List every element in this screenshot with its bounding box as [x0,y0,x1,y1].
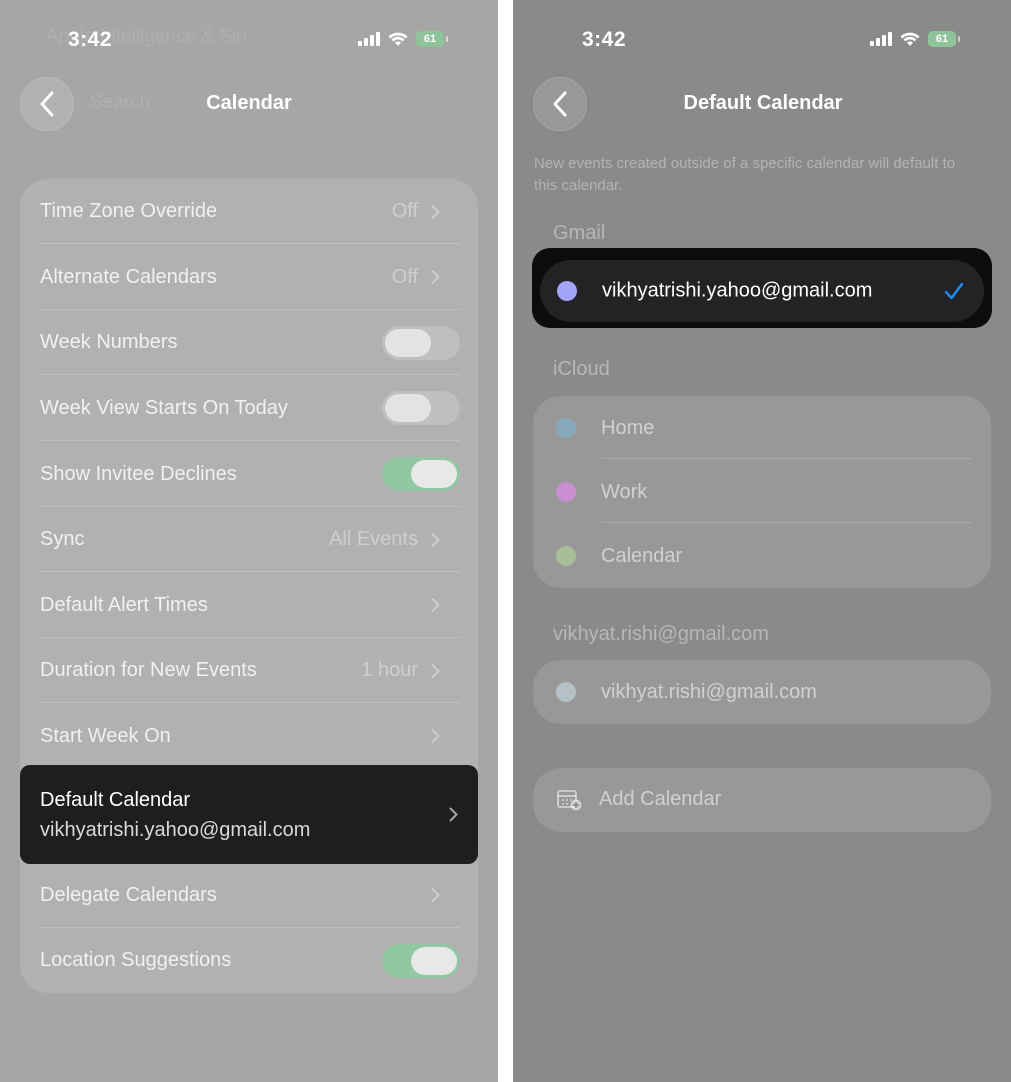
calendar-option-label: Calendar [601,544,683,567]
ghost-search-text: Search [90,92,151,113]
description-text: New events created outside of a specific… [534,155,956,194]
page-title: Calendar [206,92,292,114]
status-icons: 61 [870,30,960,48]
row-location-suggestions: Location Suggestions [40,928,460,993]
row-value: Off [391,200,418,222]
calendar-option-home[interactable]: Home [533,396,991,460]
row-duration-new-events[interactable]: Duration for New Events 1 hour [40,638,460,703]
row-label: Duration for New Events [40,659,257,681]
back-button[interactable] [533,77,587,131]
account-group: vikhyat.rishi@gmail.com [533,660,991,724]
week-view-today-toggle[interactable] [382,391,460,425]
chevron-right-icon [431,532,440,547]
status-time: 3:42 [68,28,113,51]
row-value: All Events [329,528,418,550]
calendar-color-dot [556,482,576,502]
calendar-color-dot [556,546,576,566]
section-header-account: vikhyat.rishi@gmail.com [553,623,769,645]
row-alternate-calendars[interactable]: Alternate Calendars Off [40,244,460,310]
calendar-option-work[interactable]: Work [533,460,991,524]
row-week-view-starts-today: Week View Starts On Today [40,375,460,441]
chevron-right-icon [431,888,440,902]
row-label: Week View Starts On Today [40,396,288,419]
calendar-color-dot [557,281,577,301]
default-calendar-label: Default Calendar [40,789,191,811]
add-calendar-icon [557,790,582,811]
back-button[interactable] [20,77,74,131]
wifi-icon [900,32,920,46]
row-sync[interactable]: Sync All Events [40,507,460,572]
calendar-option-label: vikhyat.rishi@gmail.com [601,680,817,703]
calendar-color-dot [556,682,576,702]
divider [601,522,971,523]
calendar-option-selected[interactable]: vikhyatrishi.yahoo@gmail.com [540,260,984,322]
location-suggestions-toggle[interactable] [382,943,460,978]
gmail-section: vikhyatrishi.yahoo@gmail.com [532,248,992,328]
battery-icon: 61 [416,31,448,47]
row-show-invitee-declines: Show Invitee Declines [40,441,460,507]
calendar-option-label: Home [601,416,655,439]
settings-group: Time Zone Override Off Alternate Calenda… [20,179,478,993]
chevron-right-icon [431,598,440,612]
row-label: Default Alert Times [40,593,208,616]
status-time: 3:42 [582,28,627,51]
calendar-option-account[interactable]: vikhyat.rishi@gmail.com [533,660,991,724]
signal-icon [870,32,892,46]
default-calendar-row[interactable]: Default Calendar vikhyatrishi.yahoo@gmai… [20,765,478,864]
row-delegate-calendars[interactable]: Delegate Calendars [40,862,460,928]
checkmark-icon [944,282,964,300]
row-start-week-on[interactable]: Start Week On [40,703,460,769]
row-label: Start Week On [40,724,171,747]
calendar-option-label: vikhyatrishi.yahoo@gmail.com [602,279,873,302]
calendar-option-calendar[interactable]: Calendar [533,524,991,588]
row-value: Off [391,265,418,288]
row-label: Week Numbers [40,331,178,353]
row-label: Time Zone Override [40,200,218,222]
chevron-right-icon [431,663,440,678]
section-header-icloud: iCloud [553,358,610,380]
add-calendar-label: Add Calendar [599,788,722,810]
row-label: Location Suggestions [40,949,232,971]
row-value: 1 hour [361,659,418,681]
chevron-right-icon [431,270,440,284]
default-calendar-value: vikhyatrishi.yahoo@gmail.com [40,819,311,841]
add-calendar-button[interactable]: Add Calendar [533,768,991,832]
chevron-left-icon [40,91,54,117]
row-default-alert-times[interactable]: Default Alert Times [40,572,460,638]
chevron-right-icon [449,807,458,822]
page-title: Default Calendar [683,92,843,114]
chevron-left-icon [553,91,567,117]
divider [601,458,971,459]
status-icons: 61 [358,30,448,48]
row-week-numbers: Week Numbers [40,310,460,375]
row-label: Show Invitee Declines [40,462,237,485]
row-label: Delegate Calendars [40,883,217,906]
chevron-right-icon [431,204,440,219]
row-time-zone-override[interactable]: Time Zone Override Off [40,179,460,244]
calendar-option-label: Work [601,480,648,503]
calendar-color-dot [556,418,576,438]
row-label: Sync [40,528,85,550]
wifi-icon [388,32,408,46]
default-calendar-screen: 3:42 61 Default Calendar New events crea… [513,0,1011,1082]
signal-icon [358,32,380,46]
week-numbers-toggle[interactable] [382,325,460,360]
calendar-settings-screen: Apple Intelligence & Siri 3:42 61 Search… [0,0,498,1082]
row-label: Alternate Calendars [40,265,217,288]
chevron-right-icon [431,729,440,743]
section-header-gmail: Gmail [553,222,606,244]
battery-icon: 61 [928,31,960,47]
invitee-declines-toggle[interactable] [382,457,460,491]
icloud-group: Home Work Calendar [533,396,991,588]
